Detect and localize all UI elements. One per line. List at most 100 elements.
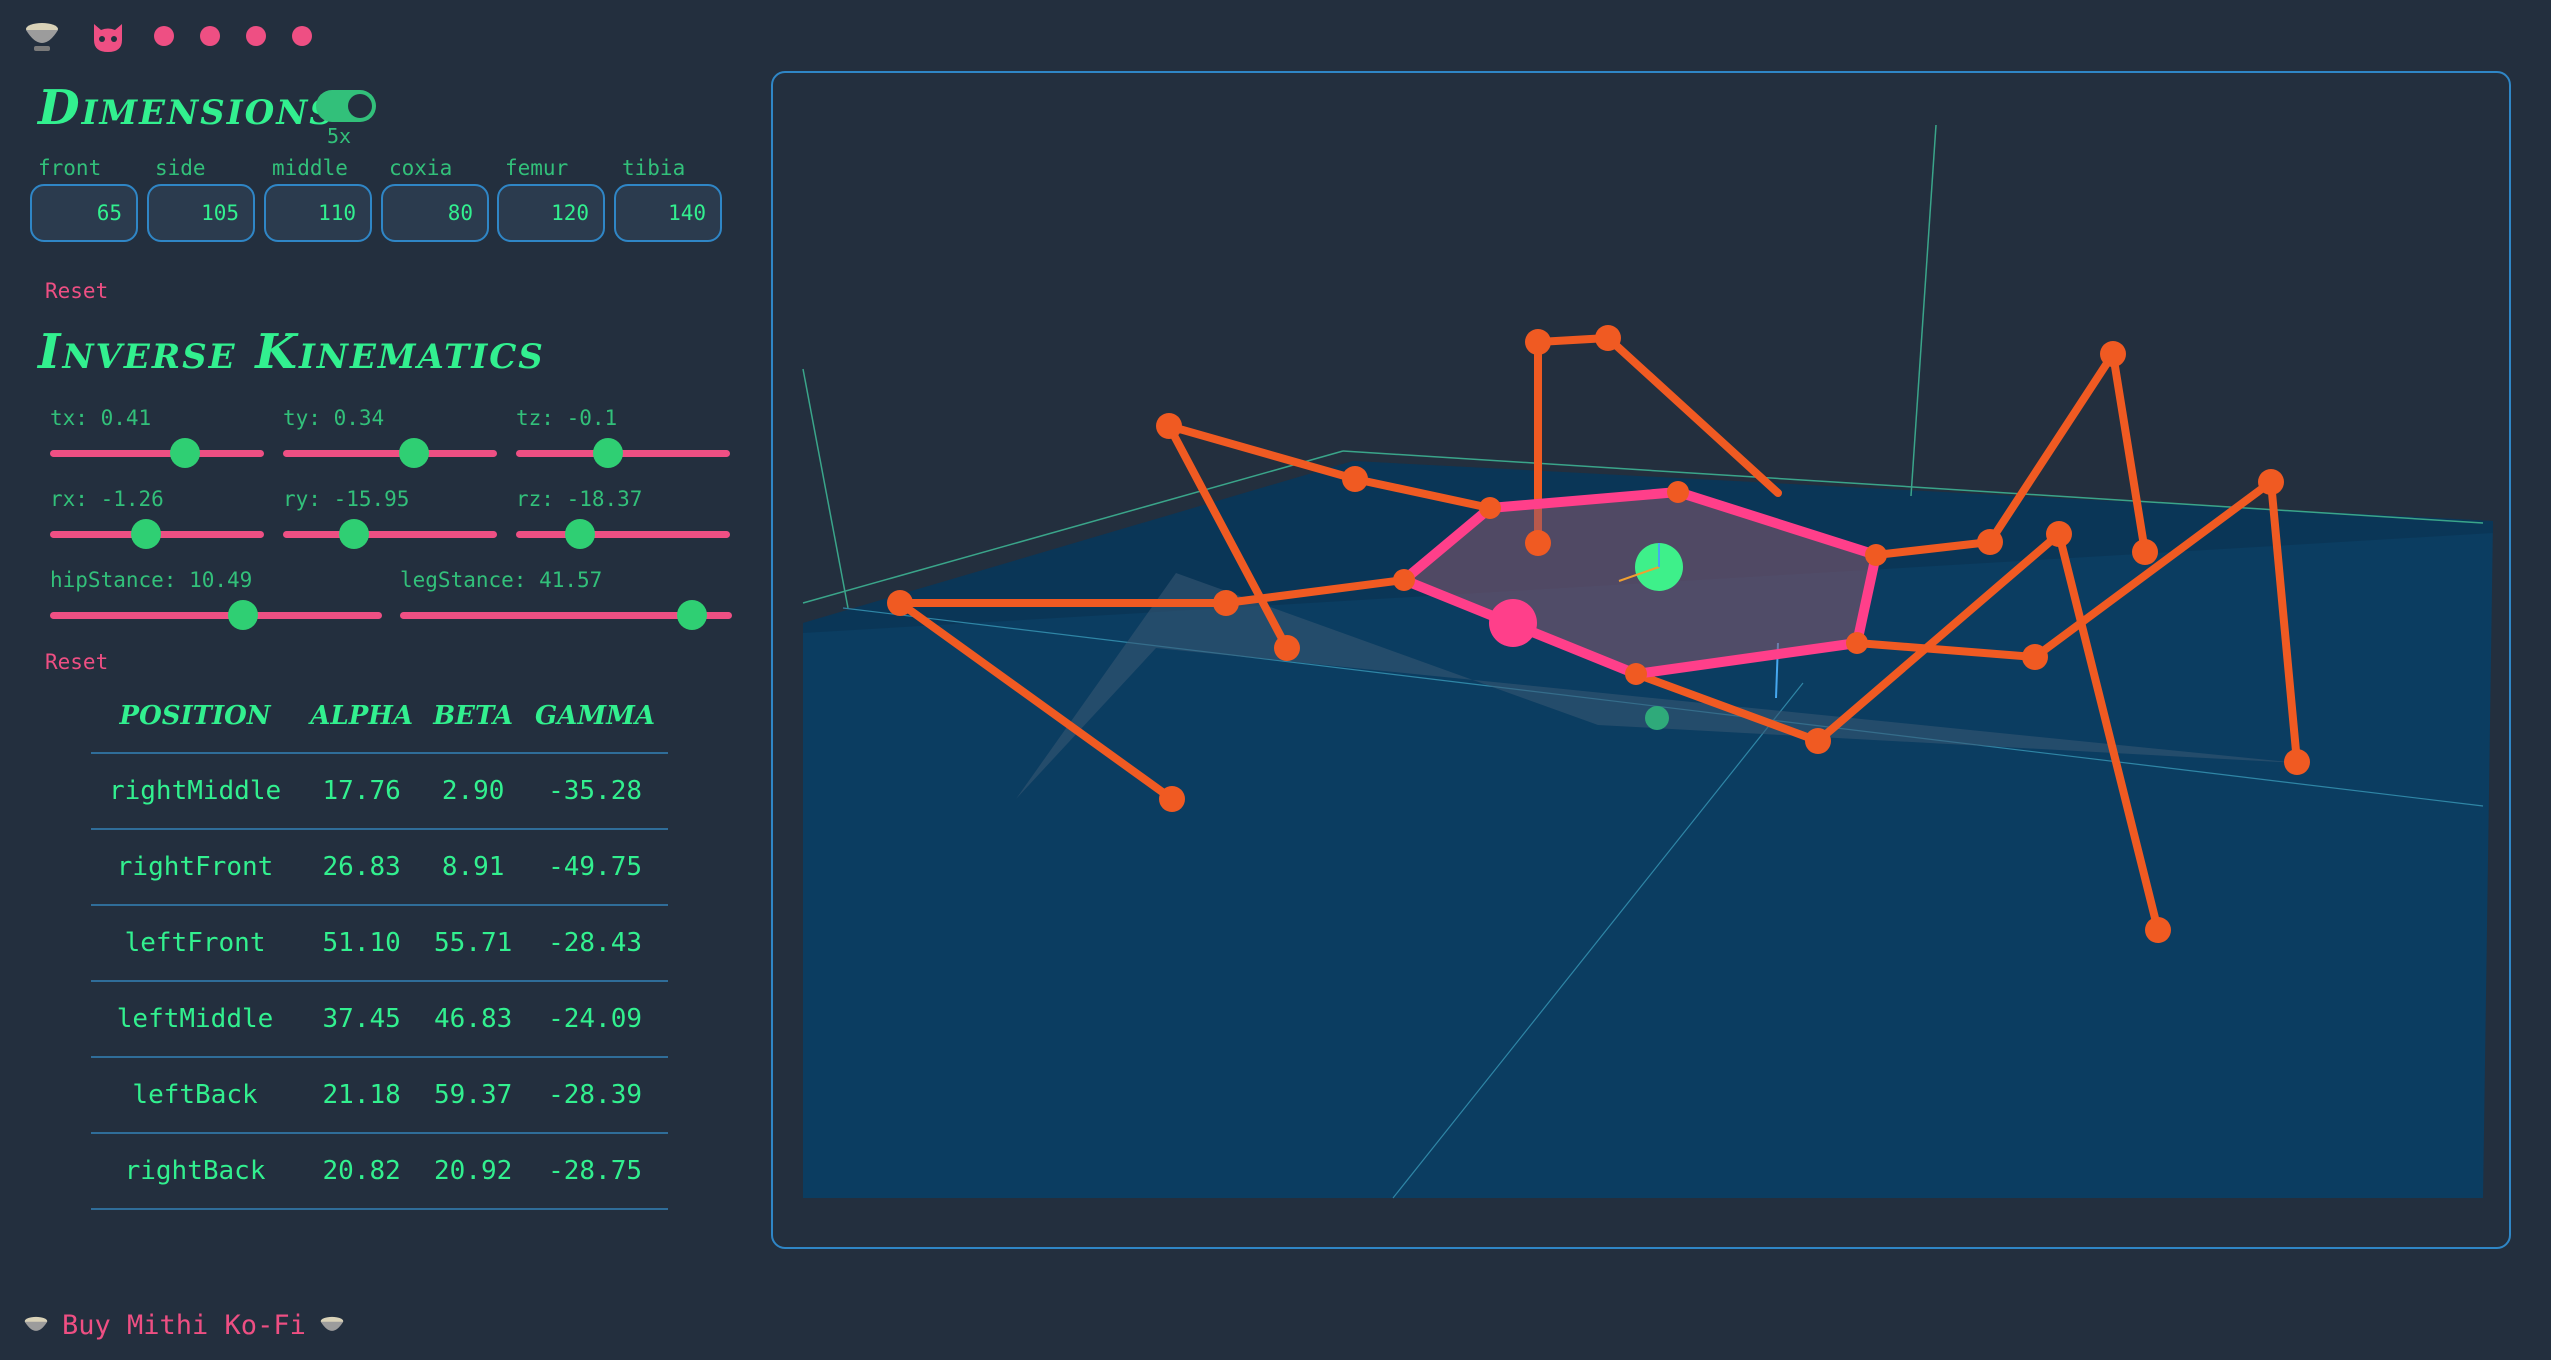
slider-hip-stance[interactable]: hipStance: 10.49 xyxy=(50,568,382,630)
slider-thumb[interactable] xyxy=(338,519,369,549)
nav-dot-2[interactable] xyxy=(200,26,220,46)
bowl-icon[interactable] xyxy=(22,16,62,56)
bowl-icon xyxy=(24,1316,48,1331)
slider-track[interactable] xyxy=(283,438,497,468)
footer-kofi-link[interactable]: Buy Mithi Ko-Fi xyxy=(22,1310,346,1341)
slider-track[interactable] xyxy=(283,519,497,549)
slider-track[interactable] xyxy=(50,519,264,549)
header-alpha: Alpha xyxy=(299,680,425,754)
slider-track[interactable] xyxy=(516,438,730,468)
field-input[interactable]: 105 xyxy=(147,184,255,242)
hexapod-scene[interactable] xyxy=(773,73,2511,1249)
joint xyxy=(1156,413,1182,439)
slider-label: hipStance: 10.49 xyxy=(50,568,253,592)
field-label: coxia xyxy=(389,156,453,180)
field-input[interactable]: 120 xyxy=(497,184,605,242)
header-gamma: Gamma xyxy=(522,680,668,754)
field-input[interactable]: 110 xyxy=(264,184,372,242)
joint xyxy=(1159,786,1185,812)
nav-dot-4[interactable] xyxy=(292,26,312,46)
slider-label: tx: 0.41 xyxy=(50,406,152,430)
table-row: rightBack 20.82 20.92 -28.75 xyxy=(91,1133,668,1210)
toggle-label: 5x xyxy=(327,124,352,148)
slider-leg-stance[interactable]: legStance: 41.57 xyxy=(400,568,732,630)
slider-label: legStance: 41.57 xyxy=(400,568,603,592)
joint xyxy=(2100,341,2126,367)
dimension-field-front: front 65 xyxy=(30,156,138,242)
dimensions-reset-button[interactable]: Reset xyxy=(45,279,108,303)
grid-line xyxy=(1910,124,1937,497)
joint xyxy=(2132,539,2158,565)
ik-title: Inverse Kinematics xyxy=(38,324,545,380)
slider-track[interactable] xyxy=(50,600,382,630)
cell-gamma: -28.43 xyxy=(522,905,668,982)
nav-dot-1[interactable] xyxy=(154,26,174,46)
joint xyxy=(1274,635,1300,661)
slider-track[interactable] xyxy=(50,438,264,468)
slider-thumb[interactable] xyxy=(131,519,162,549)
cell-alpha: 51.10 xyxy=(299,905,425,982)
bowl-icon xyxy=(320,1316,344,1331)
head-marker xyxy=(1489,599,1537,647)
dimensions-toggle[interactable] xyxy=(316,90,376,122)
cell-beta: 59.37 xyxy=(424,1057,523,1134)
cell-alpha: 37.45 xyxy=(299,981,425,1058)
table-header-row: Position Alpha Beta Gamma xyxy=(91,680,668,754)
dimension-field-tibia: tibia 140 xyxy=(614,156,722,242)
nav-dot-3[interactable] xyxy=(246,26,266,46)
slider-tz[interactable]: tz: -0.1 xyxy=(516,406,730,468)
slider-thumb[interactable] xyxy=(565,519,596,549)
slider-thumb[interactable] xyxy=(169,438,200,468)
hexapod-3d-viewport[interactable] xyxy=(771,71,2511,1249)
slider-tx[interactable]: tx: 0.41 xyxy=(50,406,264,468)
field-input[interactable]: 65 xyxy=(30,184,138,242)
top-nav xyxy=(22,16,312,56)
cell-alpha: 20.82 xyxy=(299,1133,425,1210)
joint xyxy=(1393,569,1415,591)
cell-gamma: -35.28 xyxy=(522,753,668,830)
slider-label: rx: -1.26 xyxy=(50,487,164,511)
slider-rx[interactable]: rx: -1.26 xyxy=(50,487,264,549)
slider-thumb[interactable] xyxy=(398,438,429,468)
joint xyxy=(1865,544,1887,566)
slider-thumb[interactable] xyxy=(677,600,708,630)
slider-track[interactable] xyxy=(516,519,730,549)
leg-angles-table: Position Alpha Beta Gamma rightMiddle 17… xyxy=(91,680,668,1210)
field-input[interactable]: 140 xyxy=(614,184,722,242)
dimension-field-femur: femur 120 xyxy=(497,156,605,242)
github-icon[interactable] xyxy=(88,16,128,56)
ik-reset-button[interactable]: Reset xyxy=(45,650,108,674)
cell-beta: 55.71 xyxy=(424,905,523,982)
joint xyxy=(1805,728,1831,754)
header-beta: Beta xyxy=(424,680,523,754)
cell-position: leftMiddle xyxy=(91,981,300,1058)
joint xyxy=(1342,466,1368,492)
slider-ry[interactable]: ry: -15.95 xyxy=(283,487,497,549)
slider-thumb[interactable] xyxy=(593,438,624,468)
joint xyxy=(1977,529,2003,555)
cell-gamma: -28.39 xyxy=(522,1057,668,1134)
joint xyxy=(2022,644,2048,670)
cell-position: leftFront xyxy=(91,905,300,982)
cell-gamma: -24.09 xyxy=(522,981,668,1058)
slider-track[interactable] xyxy=(400,600,732,630)
joint xyxy=(2258,469,2284,495)
footer-label: Buy Mithi Ko-Fi xyxy=(62,1310,306,1341)
slider-rz[interactable]: rz: -18.37 xyxy=(516,487,730,549)
slider-label: ty: 0.34 xyxy=(283,406,385,430)
joint xyxy=(1595,325,1621,351)
slider-thumb[interactable] xyxy=(227,600,258,630)
joint xyxy=(2284,749,2310,775)
toggle-knob xyxy=(348,94,372,118)
field-input[interactable]: 80 xyxy=(381,184,489,242)
joint xyxy=(2046,521,2072,547)
ground-projection xyxy=(1645,706,1669,730)
slider-ty[interactable]: ty: 0.34 xyxy=(283,406,497,468)
cell-position: rightBack xyxy=(91,1133,300,1210)
header-position: Position xyxy=(91,680,300,754)
joint xyxy=(1213,590,1239,616)
joint xyxy=(2145,917,2171,943)
table-row: rightFront 26.83 8.91 -49.75 xyxy=(91,829,668,906)
joint xyxy=(1846,632,1868,654)
field-label: side xyxy=(155,156,206,180)
